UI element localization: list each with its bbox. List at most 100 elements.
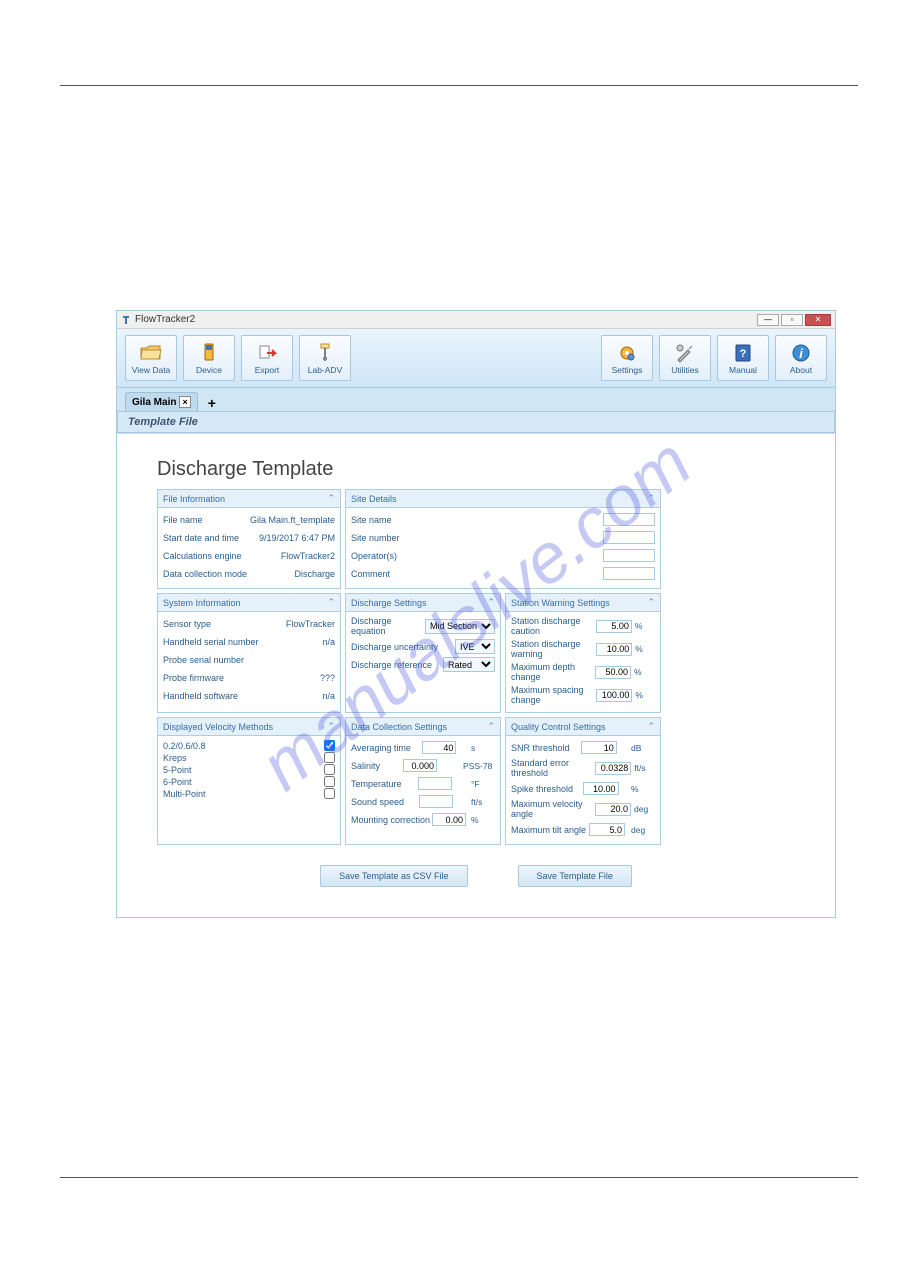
- site-number-input[interactable]: [603, 531, 655, 544]
- collapse-icon[interactable]: ⌃: [327, 721, 335, 732]
- settings-button[interactable]: Settings: [601, 335, 653, 381]
- manual-button[interactable]: ? Manual: [717, 335, 769, 381]
- system-information-panel: System Information ⌃ Sensor type FlowTrack…: [157, 593, 341, 713]
- device-button[interactable]: Device: [183, 335, 235, 381]
- file-name-label: File name: [163, 515, 203, 525]
- stderr-label: Standard error threshold: [511, 758, 595, 778]
- stderr-input[interactable]: [595, 762, 631, 775]
- tilt-input[interactable]: [589, 823, 625, 836]
- spacing-input[interactable]: [596, 689, 632, 702]
- avg-time-unit: s: [471, 743, 495, 753]
- tilt-label: Maximum tilt angle: [511, 825, 586, 835]
- warning-label: Station discharge warning: [511, 639, 596, 659]
- probe-icon: [314, 342, 336, 364]
- vel-6pt-checkbox[interactable]: [324, 776, 335, 787]
- spike-label: Spike threshold: [511, 784, 573, 794]
- site-name-input[interactable]: [603, 513, 655, 526]
- save-template-button[interactable]: Save Template File: [518, 865, 632, 887]
- sound-speed-input[interactable]: [419, 795, 453, 808]
- salinity-input[interactable]: [403, 759, 437, 772]
- comment-input[interactable]: [603, 567, 655, 580]
- discharge-eq-select[interactable]: Mid Section: [425, 619, 495, 634]
- depth-input[interactable]: [595, 666, 631, 679]
- bottom-rule: [60, 1177, 858, 1178]
- tab-close-icon[interactable]: ×: [179, 396, 190, 408]
- vel-026-checkbox[interactable]: [324, 740, 335, 751]
- panel-title: Site Details: [351, 494, 397, 504]
- content-area: Discharge Template File Information⌃ Fil…: [117, 433, 835, 917]
- discharge-settings-panel: Discharge Settings⌃ Discharge equationMi…: [345, 593, 501, 713]
- snr-input[interactable]: [581, 741, 617, 754]
- page-title: Discharge Template: [157, 458, 795, 481]
- tilt-unit: deg: [631, 825, 655, 835]
- utilities-button[interactable]: Utilities: [659, 335, 711, 381]
- lab-adv-button[interactable]: Lab-ADV: [299, 335, 351, 381]
- snr-unit: dB: [631, 743, 655, 753]
- discharge-unc-select[interactable]: IVE: [455, 639, 495, 654]
- close-button[interactable]: ✕: [805, 314, 831, 326]
- device-icon: [198, 342, 220, 364]
- top-rule: [60, 85, 858, 86]
- quality-control-panel: Quality Control Settings⌃ SNR thresholdd…: [505, 717, 661, 845]
- view-data-button[interactable]: View Data: [125, 335, 177, 381]
- vel-6pt-label: 6-Point: [163, 777, 318, 787]
- tab-label: Gila Main: [132, 397, 176, 408]
- vel-angle-input[interactable]: [595, 803, 631, 816]
- utilities-label: Utilities: [671, 366, 698, 375]
- sensor-type-value: FlowTracker: [286, 619, 335, 629]
- vel-multi-checkbox[interactable]: [324, 788, 335, 799]
- export-button[interactable]: Export: [241, 335, 293, 381]
- collapse-icon[interactable]: ⌃: [327, 597, 335, 608]
- minimize-button[interactable]: —: [757, 314, 779, 326]
- collapse-icon[interactable]: ⌃: [647, 493, 655, 504]
- maximize-button[interactable]: ▫: [781, 314, 803, 326]
- app-icon: [121, 315, 131, 325]
- discharge-ref-select[interactable]: Rated: [443, 657, 495, 672]
- titlebar: FlowTracker2 — ▫ ✕: [117, 311, 835, 329]
- panel-title: Station Warning Settings: [511, 598, 610, 608]
- handheld-sn-label: Handheld serial number: [163, 637, 259, 647]
- operator-input[interactable]: [603, 549, 655, 562]
- warning-input[interactable]: [596, 643, 632, 656]
- subheader: Template File: [117, 411, 835, 433]
- collapse-icon[interactable]: ⌃: [647, 721, 655, 732]
- sound-speed-label: Sound speed: [351, 797, 404, 807]
- spacing-label: Maximum spacing change: [511, 685, 596, 705]
- calc-engine-label: Calculations engine: [163, 551, 242, 561]
- handheld-sn-value: n/a: [322, 637, 335, 647]
- collapse-icon[interactable]: ⌃: [487, 597, 495, 608]
- avg-time-input[interactable]: [422, 741, 456, 754]
- temperature-label: Temperature: [351, 779, 402, 789]
- caution-input[interactable]: [596, 620, 632, 633]
- temperature-input[interactable]: [418, 777, 452, 790]
- export-icon: [256, 342, 278, 364]
- vel-5pt-checkbox[interactable]: [324, 764, 335, 775]
- collapse-icon[interactable]: ⌃: [647, 597, 655, 608]
- panel-title: System Information: [163, 598, 241, 608]
- info-icon: i: [790, 342, 812, 364]
- mount-corr-label: Mounting correction: [351, 815, 430, 825]
- about-label: About: [790, 366, 812, 375]
- spike-input[interactable]: [583, 782, 619, 795]
- mode-value: Discharge: [294, 569, 335, 579]
- start-date-label: Start date and time: [163, 533, 239, 543]
- mount-corr-unit: %: [471, 815, 495, 825]
- device-label: Device: [196, 366, 222, 375]
- sound-speed-unit: ft/s: [471, 797, 495, 807]
- station-warning-panel: Station Warning Settings ⌃ Station discha…: [505, 593, 661, 713]
- tab-gila-main[interactable]: Gila Main ×: [125, 392, 198, 411]
- mount-corr-input[interactable]: [432, 813, 466, 826]
- spacing-unit: %: [635, 690, 655, 700]
- save-csv-button[interactable]: Save Template as CSV File: [320, 865, 467, 887]
- about-button[interactable]: i About: [775, 335, 827, 381]
- sensor-type-label: Sensor type: [163, 619, 211, 629]
- vel-kreps-label: Kreps: [163, 753, 318, 763]
- collapse-icon[interactable]: ⌃: [327, 493, 335, 504]
- add-tab-button[interactable]: +: [202, 395, 222, 411]
- vel-026-label: 0.2/0.6/0.8: [163, 741, 318, 751]
- file-information-panel: File Information⌃ File nameGila Main.ft_…: [157, 489, 341, 589]
- collapse-icon[interactable]: ⌃: [487, 721, 495, 732]
- vel-angle-label: Maximum velocity angle: [511, 799, 595, 819]
- vel-kreps-checkbox[interactable]: [324, 752, 335, 763]
- snr-label: SNR threshold: [511, 743, 570, 753]
